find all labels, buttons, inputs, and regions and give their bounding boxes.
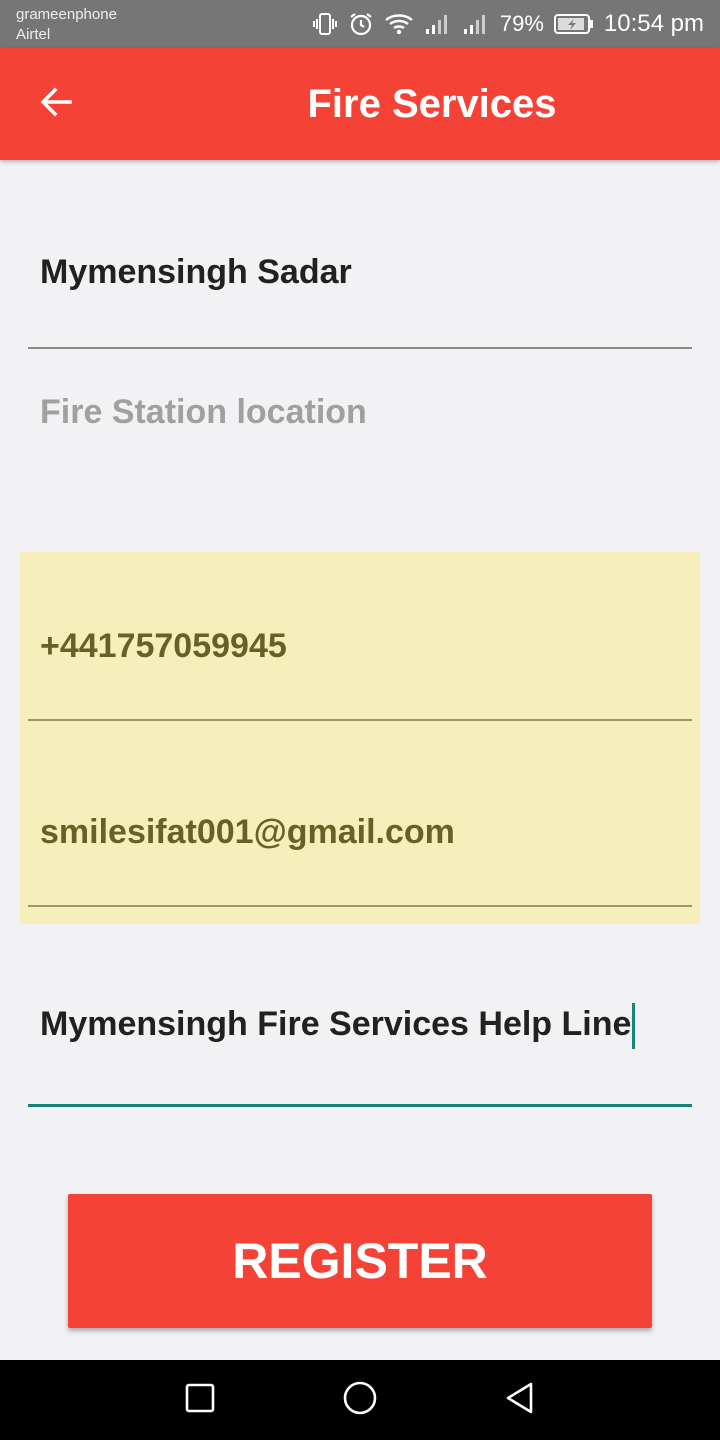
area-underline (28, 347, 692, 349)
battery-icon (553, 13, 594, 35)
signal-2-icon (462, 11, 490, 37)
vibrate-icon (312, 11, 338, 37)
station-name-underline (28, 1104, 692, 1107)
alarm-icon (348, 11, 374, 37)
phone-field[interactable]: +441757059945 (28, 624, 692, 722)
navigation-bar (0, 1360, 720, 1440)
phone-value: +441757059945 (40, 627, 287, 665)
phone-underline (28, 719, 692, 721)
carrier-2: Airtel (16, 26, 51, 43)
wifi-icon (384, 11, 414, 37)
home-button[interactable] (340, 1380, 380, 1420)
back-nav-button[interactable] (500, 1380, 540, 1420)
status-icons: 79% 10:54 pm (312, 8, 704, 40)
register-button[interactable]: REGISTER (68, 1194, 652, 1328)
circle-icon (342, 1380, 378, 1421)
app-bar: Fire Services (0, 48, 720, 160)
email-field[interactable]: smilesifat001@gmail.com (28, 810, 692, 908)
email-underline (28, 905, 692, 907)
carrier-names: grameenphone Airtel (16, 5, 117, 45)
station-name-value: Mymensingh Fire Services Help Line (28, 1002, 692, 1050)
location-placeholder: Fire Station location (40, 393, 367, 431)
email-value: smilesifat001@gmail.com (40, 813, 455, 851)
triangle-back-icon (503, 1381, 537, 1420)
text-cursor (632, 1003, 636, 1050)
signal-1-icon (424, 11, 452, 37)
area-value: Mymensingh Sadar (40, 253, 352, 291)
location-field[interactable]: Fire Station location (28, 390, 692, 450)
battery-percent: 79% (499, 11, 544, 36)
clock: 10:54 pm (603, 10, 704, 37)
area-field[interactable]: Mymensingh Sadar (28, 250, 692, 350)
square-icon (184, 1382, 216, 1419)
status-bar: grameenphone Airtel 79% 10:54 pm (0, 0, 720, 48)
page-title: Fire Services (307, 82, 557, 126)
carrier-1: grameenphone (16, 6, 117, 23)
station-name-text: Mymensingh Fire Services Help Line (40, 1005, 632, 1043)
recents-button[interactable] (180, 1380, 220, 1420)
station-name-field[interactable]: Mymensingh Fire Services Help Line (28, 1002, 692, 1108)
